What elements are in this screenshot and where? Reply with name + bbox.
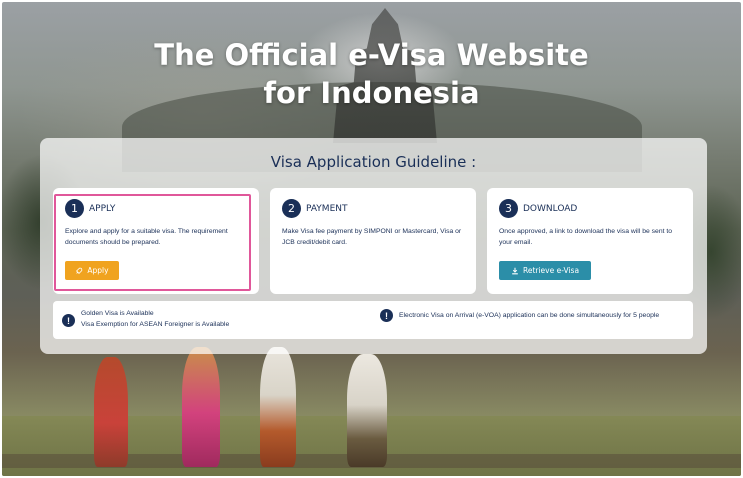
- person-figure: [347, 354, 387, 467]
- apply-button[interactable]: Apply: [65, 261, 119, 280]
- guideline-title: Visa Application Guideline :: [270, 153, 477, 171]
- download-icon: [512, 267, 518, 274]
- retrieve-button-label: Retrieve e-Visa: [522, 266, 580, 275]
- person-figure: [94, 357, 128, 467]
- info-left-text: Golden Visa is Available Visa Exemption …: [81, 308, 229, 330]
- exclamation-icon: !: [380, 309, 393, 322]
- page-title: The Official e-Visa Website for Indonesi…: [0, 36, 743, 112]
- evoa-info-text: Electronic Visa on Arrival (e-VOA) appli…: [399, 312, 660, 319]
- retrieve-evisa-button[interactable]: Retrieve e-Visa: [499, 261, 591, 280]
- step-title: APPLY: [89, 203, 116, 214]
- asean-exemption-text: Visa Exemption for ASEAN Foreigner is Av…: [81, 321, 230, 328]
- exclamation-icon: !: [62, 314, 75, 327]
- person-figure: [260, 347, 296, 467]
- step-number-badge: 2: [282, 199, 301, 218]
- step-title: PAYMENT: [306, 203, 348, 214]
- step-header: 3 DOWNLOAD: [499, 199, 577, 218]
- step-header: 2 PAYMENT: [282, 199, 348, 218]
- step-description: Explore and apply for a suitable visa. T…: [65, 228, 228, 246]
- rocket-icon: [76, 267, 83, 274]
- step-description: Once approved, a link to download the vi…: [499, 228, 673, 246]
- person-figure: [182, 347, 220, 467]
- step-card-download: 3 DOWNLOAD Once approved, a link to down…: [487, 188, 693, 294]
- step-number-badge: 1: [65, 199, 84, 218]
- golden-visa-text: Golden Visa is Available: [81, 310, 154, 317]
- apply-button-label: Apply: [87, 266, 109, 275]
- step-title: DOWNLOAD: [523, 203, 578, 214]
- page-title-line1: The Official e-Visa Website: [154, 38, 589, 72]
- step-number-badge: 3: [499, 199, 518, 218]
- step-card-payment: 2 PAYMENT Make Visa fee payment by SIMPO…: [270, 188, 476, 294]
- info-bar: ! Golden Visa is Available Visa Exemptio…: [53, 301, 693, 339]
- step-card-apply: 1 APPLY Explore and apply for a suitable…: [53, 188, 259, 294]
- page-title-line2: for Indonesia: [263, 76, 480, 110]
- step-header: 1 APPLY: [65, 199, 115, 218]
- guideline-panel: Visa Application Guideline : 1 APPLY Exp…: [40, 138, 707, 354]
- step-description: Make Visa fee payment by SIMPONI or Mast…: [282, 228, 462, 246]
